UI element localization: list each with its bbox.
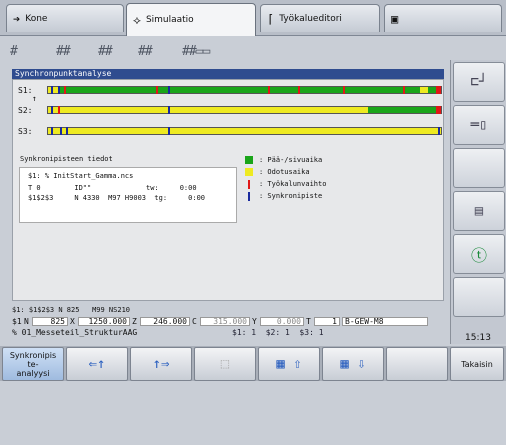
- grid-view-icon[interactable]: ##▭▭: [182, 44, 210, 59]
- legend-swatch: [248, 191, 250, 201]
- file-line: % 01_Messeteil_StrukturAAG $1: 1 $2: 1 $…: [12, 328, 324, 337]
- arrow-right-icon: ↑⇒: [152, 356, 170, 372]
- tab-tyokalueditori-label: Työkalueditori: [279, 13, 342, 24]
- c-value: 315.000: [200, 317, 250, 326]
- machine-view-button[interactable]: ⊏┘: [453, 62, 505, 102]
- empty-softkey[interactable]: [453, 148, 505, 188]
- tab-simulaatio[interactable]: ⟡ Simulaatio: [126, 3, 256, 36]
- back-softkey[interactable]: Takaisin: [450, 347, 504, 381]
- back-label: Takaisin: [461, 359, 493, 369]
- arrow-down-icon: ▦ ⇩: [340, 356, 366, 372]
- tool-name: B-GEW-M8: [342, 317, 428, 326]
- prev-sync-point-softkey[interactable]: ⇐↑: [66, 347, 128, 381]
- grid-view-icon[interactable]: ##: [98, 44, 113, 59]
- grid-view-icon[interactable]: ##: [138, 44, 153, 59]
- legend-item: : Työkalunvaihto: [245, 178, 326, 190]
- sync-point-info: Synkronipisteen tiedot $1: % InitStart_G…: [17, 153, 239, 253]
- status-area: $1: $1$2$3 N 825 M99 NS210 $1 N 825 X 12…: [12, 306, 444, 342]
- tab-simulaatio-label: Simulaatio: [145, 15, 194, 25]
- info-line: T 0 ID"" tw: 0:00: [28, 184, 197, 192]
- zoom-button[interactable]: ═▯: [453, 105, 505, 145]
- grayed-icon: ⬚: [220, 356, 230, 372]
- sync-analysis-panel: S1: ↑ S2: S3: Synkronipisteen tiedot $1:…: [12, 79, 444, 301]
- clock: 15:13: [465, 333, 491, 343]
- machine-icon: ⊏┘: [470, 74, 488, 90]
- cursor-up-arrow-icon: ↑: [32, 94, 37, 103]
- channel-down-softkey[interactable]: ▦ ⇩: [322, 347, 384, 381]
- tab-tyokalueditori[interactable]: ⌈ Työkalueditori: [260, 4, 380, 32]
- grid-view-icon[interactable]: #: [10, 44, 18, 59]
- tab-kone[interactable]: ➔ Kone: [6, 4, 124, 32]
- timeline-track-s3[interactable]: [47, 127, 442, 135]
- timeline-track-s2[interactable]: [47, 106, 442, 114]
- diamond-arrows-icon: ⟡: [133, 12, 141, 27]
- tool-icon: ⌈: [267, 11, 275, 26]
- legend-swatch: [245, 168, 253, 176]
- legend-item: : Pää-/sivuaika: [245, 154, 322, 166]
- view-icon-row: # ## ## ## ##▭▭: [6, 44, 446, 64]
- arrow-right-icon: ➔: [13, 11, 21, 26]
- panel-title: Synchronpunktanalyse: [12, 69, 444, 79]
- legend-item: : Synkronipiste: [245, 190, 322, 202]
- t-value: 1: [314, 317, 340, 326]
- info-content: $1: % InitStart_Gamma.ncs T 0 ID"" tw: 0…: [19, 167, 237, 223]
- arrow-left-icon: ⇐↑: [88, 356, 106, 372]
- top-tab-bar: ➔ Kone ⟡ Simulaatio ⌈ Työkalueditori ▣: [0, 0, 506, 36]
- channel-up-softkey[interactable]: ▦ ⇧: [258, 347, 320, 381]
- empty-softkey[interactable]: [386, 347, 448, 381]
- info-title: Synkronipisteen tiedot: [20, 155, 113, 163]
- tab-save[interactable]: ▣: [384, 4, 502, 32]
- panel-icon: ▤: [474, 203, 484, 219]
- right-softkey-column: ⊏┘ ═▯ ▤ ⓣ: [450, 60, 506, 344]
- arrow-up-icon: ▦ ⇧: [276, 356, 302, 372]
- z-value: 246.000: [140, 317, 190, 326]
- legend-swatch: [248, 179, 250, 189]
- view-softkey[interactable]: ▤: [453, 191, 505, 231]
- n-value: 825: [32, 317, 68, 326]
- tab-kone-label: Kone: [25, 13, 48, 24]
- track-label-s2: S2:: [18, 106, 33, 115]
- tool-softkey[interactable]: ⓣ: [453, 234, 505, 274]
- info-line: $1$2$3 N 4330 M97 H9003 tg: 0:00: [28, 194, 206, 202]
- softkey-label: Synkronipis te- analyysi: [9, 350, 57, 378]
- save-icon: ▣: [391, 11, 399, 26]
- disabled-softkey[interactable]: ⬚: [194, 347, 256, 381]
- status-line: $1: $1$2$3 N 825 M99 NS210: [12, 306, 131, 314]
- sync-analysis-softkey[interactable]: Synkronipis te- analyysi: [2, 347, 64, 381]
- x-value: 1250.000: [78, 317, 130, 326]
- empty-softkey[interactable]: [453, 277, 505, 317]
- y-value: 0.000: [260, 317, 304, 326]
- next-sync-point-softkey[interactable]: ↑⇒: [130, 347, 192, 381]
- position-readout: $1 N 825 X 1250.000 Z 246.000 C 315.000 …: [12, 317, 444, 327]
- bottom-softkey-bar: Synkronipis te- analyysi ⇐↑ ↑⇒ ⬚ ▦ ⇧ ▦ ⇩…: [0, 346, 506, 381]
- tool-holder-icon: ═▯: [470, 117, 488, 133]
- grid-view-icon[interactable]: ##: [56, 44, 71, 59]
- legend-swatch: [245, 156, 253, 164]
- legend-item: : Odotusaika: [245, 166, 310, 178]
- track-label-s3: S3:: [18, 127, 33, 136]
- tool-t-icon: ⓣ: [470, 246, 487, 265]
- info-line: $1: % InitStart_Gamma.ncs: [28, 172, 134, 180]
- timeline-track-s1[interactable]: [47, 86, 442, 94]
- track-label-s1: S1:: [18, 86, 33, 95]
